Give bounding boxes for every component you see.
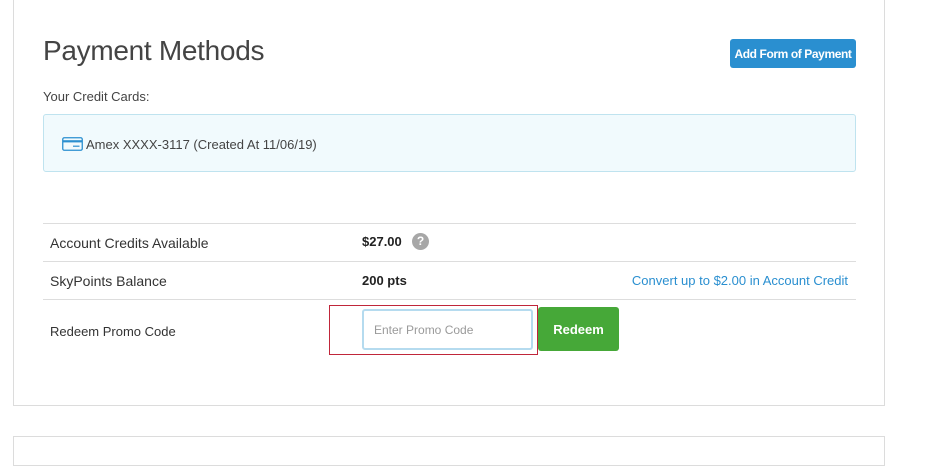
redeem-button[interactable]: Redeem bbox=[538, 307, 619, 351]
help-icon[interactable]: ? bbox=[412, 233, 429, 250]
credit-card-list: Amex XXXX-3117 (Created At 11/06/19) bbox=[43, 114, 856, 172]
skypoints-value: 200 pts bbox=[362, 273, 407, 288]
convert-to-credit-link[interactable]: Convert up to $2.00 in Account Credit bbox=[632, 272, 848, 290]
account-credits-label: Account Credits Available bbox=[50, 235, 209, 251]
credit-card-item: Amex XXXX-3117 (Created At 11/06/19) bbox=[86, 137, 317, 152]
skypoints-row: SkyPoints Balance 200 pts Convert up to … bbox=[43, 261, 856, 300]
credit-cards-label: Your Credit Cards: bbox=[43, 89, 150, 104]
account-credits-row: Account Credits Available $27.00 ? bbox=[43, 223, 856, 262]
add-form-of-payment-button[interactable]: Add Form of Payment bbox=[730, 39, 856, 68]
account-credits-value: $27.00 bbox=[362, 234, 402, 249]
skypoints-label: SkyPoints Balance bbox=[50, 273, 167, 289]
promo-code-label: Redeem Promo Code bbox=[50, 324, 176, 339]
promo-code-input[interactable] bbox=[362, 309, 533, 350]
credit-card-icon bbox=[62, 137, 83, 151]
next-section-panel bbox=[13, 436, 885, 466]
page-title: Payment Methods bbox=[43, 35, 265, 66]
